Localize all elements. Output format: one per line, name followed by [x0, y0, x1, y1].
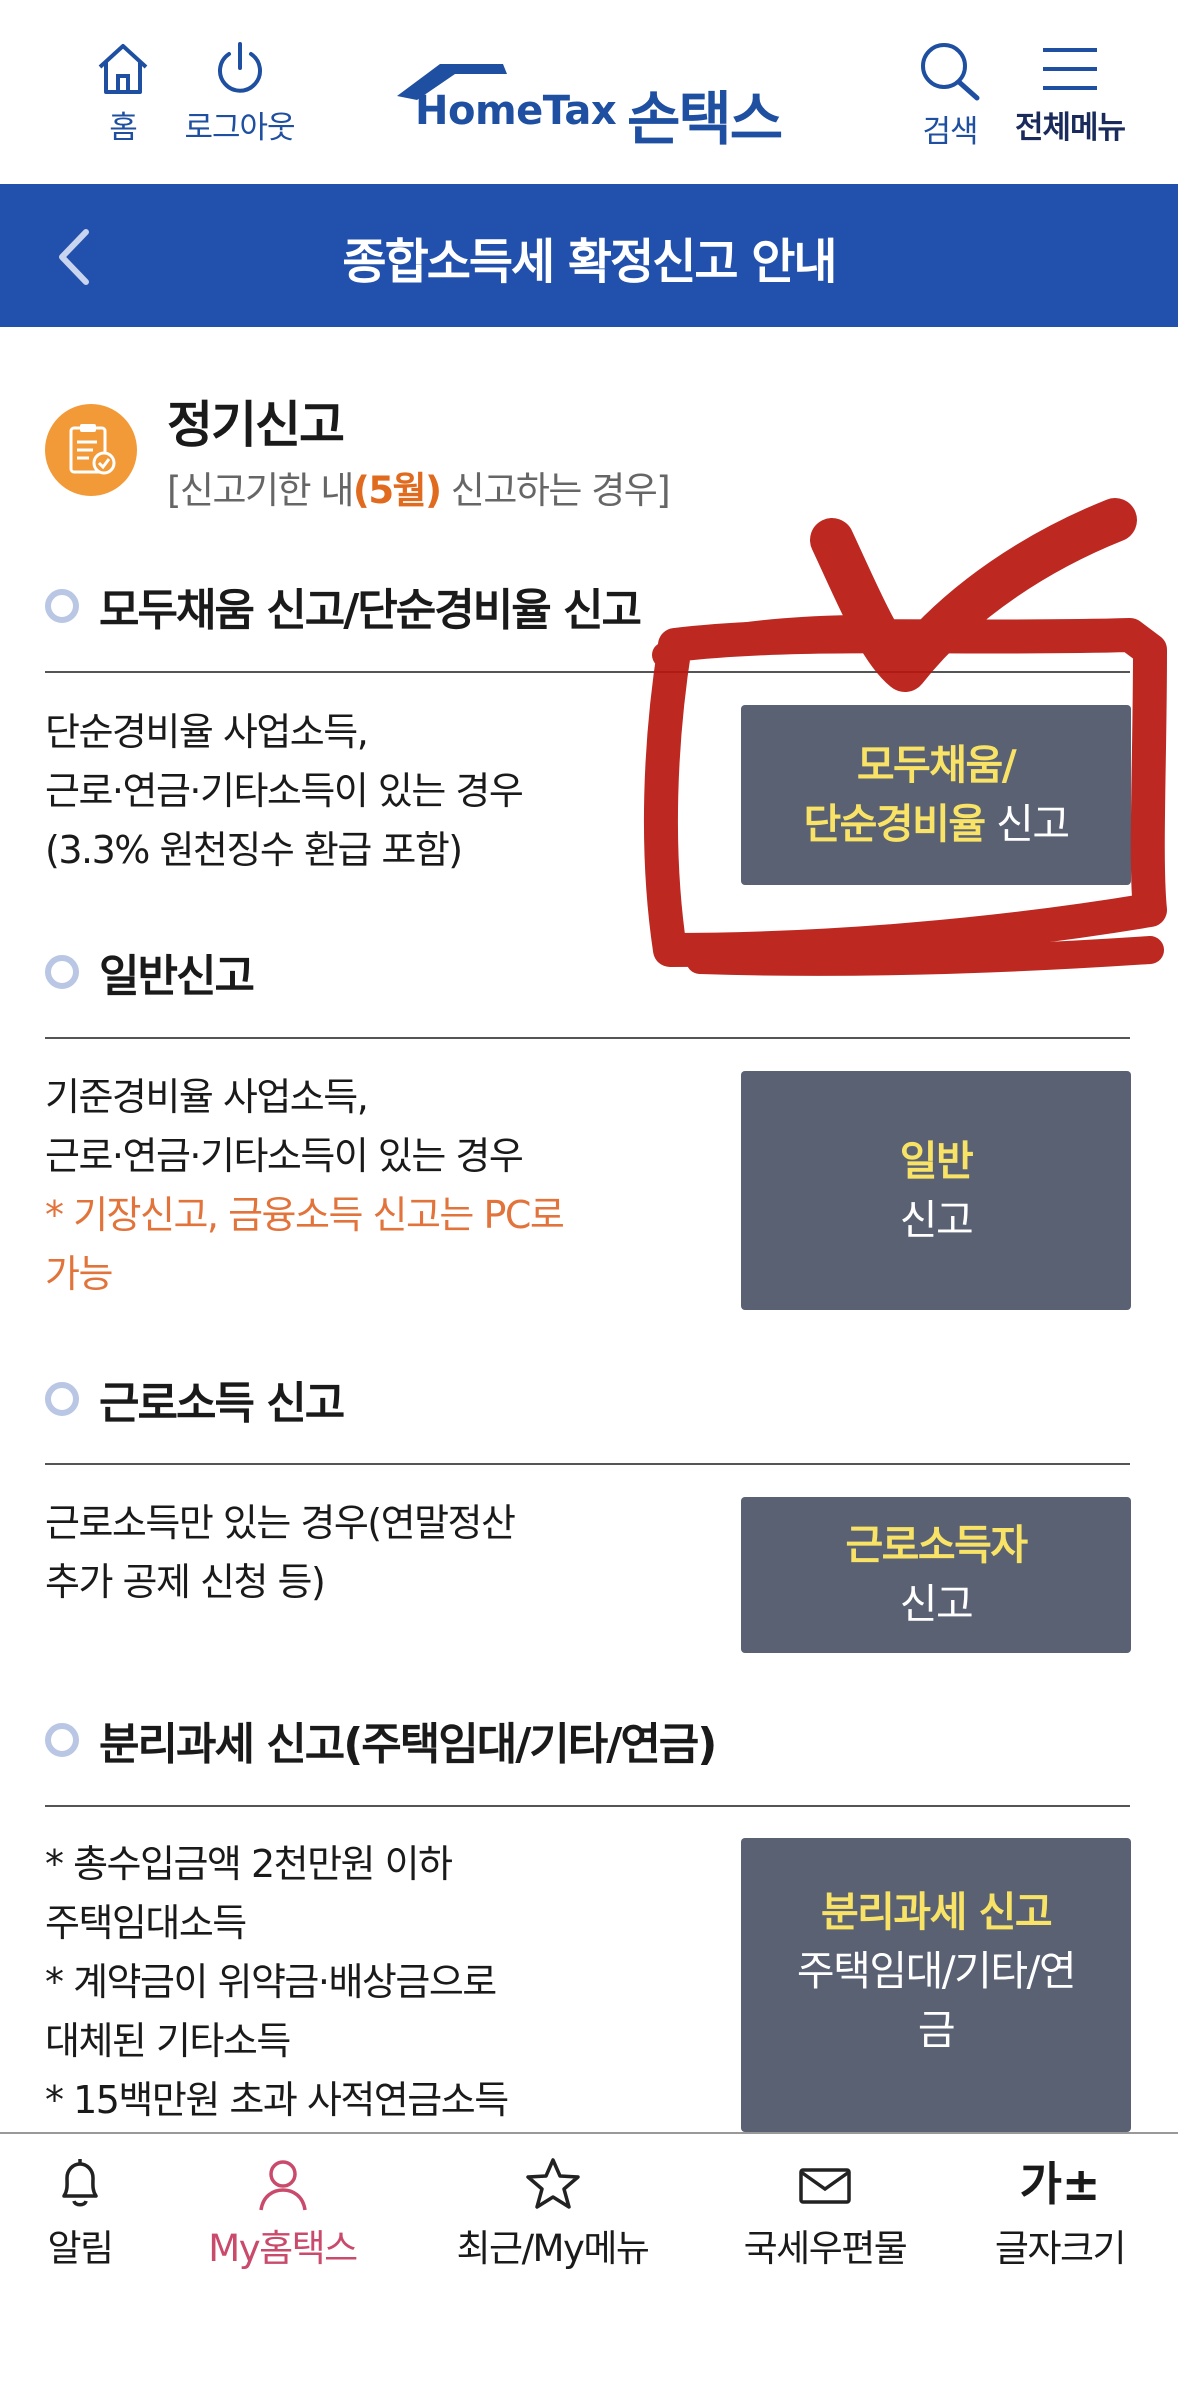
nav-label: 최근/My메뉴: [456, 2227, 650, 2270]
home-button[interactable]: 홈: [88, 40, 158, 147]
section-heading-text: 일반신고: [99, 951, 255, 1002]
button-label: 신고: [899, 1580, 974, 1628]
button-label-suffix: 신고: [984, 800, 1070, 848]
desc-line: 대체된 기타소득: [45, 2019, 291, 2063]
section-heading-earned-income: 근로소득 신고: [45, 1367, 345, 1431]
nav-label: My홈택스: [208, 2227, 358, 2270]
hometax-logo[interactable]: HomeTax 손택스: [395, 58, 795, 153]
subtitle-suffix: 신고하는 경우]: [440, 469, 671, 512]
section-heading-text: 모두채움 신고/단순경비율 신고: [99, 585, 642, 636]
regular-report-title: 정기신고: [167, 396, 345, 454]
hamburger-icon: [1043, 48, 1097, 90]
desc-note: 가능: [45, 1252, 113, 1296]
clipboard-check-icon: [45, 404, 137, 496]
button-label: 금: [917, 2006, 956, 2054]
logout-button[interactable]: 로그아웃: [172, 40, 307, 147]
regular-report-subtitle: [신고기한 내(5월) 신고하는 경우]: [167, 460, 671, 514]
section-desc-prefilled: 단순경비율 사업소득, 근로·연금·기타소득이 있는 경우 (3.3% 원천징수…: [45, 703, 524, 880]
separate-tax-report-button[interactable]: 분리과세 신고 주택임대/기타/연 금: [741, 1838, 1131, 2132]
search-label: 검색: [922, 114, 978, 150]
nav-recent-my-menu[interactable]: 최근/My메뉴: [445, 2156, 660, 2272]
brand-ko: 손택스: [627, 85, 783, 153]
home-icon: [98, 44, 148, 94]
button-label-highlight: 단순경비율: [803, 800, 986, 848]
divider: [45, 1805, 1130, 1807]
font-size-icon: 가±: [1019, 2157, 1101, 2211]
nav-label: 글자크기: [994, 2227, 1127, 2270]
top-header: 홈 로그아웃 HomeTax 손택스 검색 전체메뉴: [0, 0, 1178, 184]
button-label: 주택임대/기타/연: [796, 1947, 1077, 1995]
prefilled-simple-report-button[interactable]: 모두채움/ 단순경비율 신고: [741, 705, 1131, 885]
desc-line: * 계약금이 위약금·배상금으로: [45, 1960, 497, 2004]
full-menu-button[interactable]: 전체메뉴: [1005, 40, 1135, 147]
search-button[interactable]: 검색: [905, 40, 995, 151]
divider: [45, 1463, 1130, 1465]
subtitle-prefix: [신고기한 내: [167, 469, 354, 512]
general-report-button[interactable]: 일반 신고: [741, 1071, 1131, 1310]
title-bar: 종합소득세 확정신고 안내: [0, 184, 1178, 327]
desc-line: 단순경비율 사업소득,: [45, 710, 369, 754]
section-heading-separate-tax: 분리과세 신고(주택임대/기타/연금): [45, 1708, 717, 1772]
logout-label: 로그아웃: [184, 110, 295, 146]
desc-line: * 15백만원 초과 사적연금소득: [45, 2078, 509, 2122]
bullet-icon: [45, 1723, 79, 1757]
desc-note: * 기장신고, 금융소득 신고는 PC로: [45, 1193, 565, 1237]
power-icon: [217, 42, 262, 93]
desc-line: * 총수입금액 2천만원 이하: [45, 1842, 453, 1886]
button-label: 신고: [899, 1195, 974, 1244]
nav-tax-mail[interactable]: 국세우편물: [735, 2156, 915, 2272]
nav-my-hometax[interactable]: My홈택스: [195, 2156, 370, 2272]
search-icon: [921, 43, 980, 101]
home-label: 홈: [109, 110, 138, 146]
mail-icon: [799, 2168, 851, 2204]
section-heading-prefilled: 모두채움 신고/단순경비율 신고: [45, 574, 642, 638]
button-label-highlight: 모두채움/: [856, 741, 1017, 789]
nav-label: 알림: [47, 2227, 114, 2270]
earned-income-report-button[interactable]: 근로소득자 신고: [741, 1497, 1131, 1653]
button-label-highlight: 분리과세 신고: [820, 1888, 1053, 1936]
button-label-highlight: 근로소득자: [845, 1521, 1028, 1569]
section-desc-general: 기준경비율 사업소득, 근로·연금·기타소득이 있는 경우 * 기장신고, 금융…: [45, 1068, 565, 1304]
star-icon: [525, 2158, 580, 2209]
desc-line: (3.3% 원천징수 환급 포함): [45, 828, 463, 872]
nav-alerts[interactable]: 알림: [30, 2156, 130, 2272]
button-label-highlight: 일반: [899, 1136, 974, 1185]
section-heading-general: 일반신고: [45, 940, 255, 1004]
button-label-line: 단순경비율 신고: [741, 795, 1131, 854]
section-heading-text: 근로소득 신고: [99, 1378, 345, 1429]
bell-icon: [62, 2159, 98, 2207]
page-title: 종합소득세 확정신고 안내: [342, 234, 837, 290]
desc-line: 근로·연금·기타소득이 있는 경우: [45, 1134, 524, 1178]
desc-line: 추가 공제 신청 등): [45, 1560, 326, 1604]
section-desc-separate-tax: * 총수입금액 2천만원 이하 주택임대소득 * 계약금이 위약금·배상금으로 …: [45, 1835, 509, 2130]
bullet-icon: [45, 955, 79, 989]
desc-line: 기준경비율 사업소득,: [45, 1075, 369, 1119]
person-icon: [258, 2160, 307, 2211]
nav-font-size[interactable]: 가± 글자크기: [985, 2156, 1135, 2272]
section-desc-earned-income: 근로소득만 있는 경우(연말정산 추가 공제 신청 등): [45, 1494, 516, 1612]
desc-line: 주택임대소득: [45, 1901, 247, 1945]
subtitle-highlight: (5월): [352, 469, 442, 512]
bullet-icon: [45, 1382, 79, 1416]
desc-line: 근로소득만 있는 경우(연말정산: [45, 1501, 516, 1545]
desc-line: 근로·연금·기타소득이 있는 경우: [45, 769, 524, 813]
bullet-icon: [45, 589, 79, 623]
nav-label: 국세우편물: [743, 2227, 908, 2270]
divider: [45, 1037, 1130, 1039]
bottom-nav: 알림 My홈택스 최근/My메뉴 국세우편물 가± 글자크기: [0, 2132, 1178, 2393]
menu-label: 전체메뉴: [1014, 110, 1126, 146]
section-heading-text: 분리과세 신고(주택임대/기타/연금): [99, 1719, 717, 1770]
brand-en: HomeTax: [415, 88, 617, 134]
divider: [45, 671, 1130, 673]
